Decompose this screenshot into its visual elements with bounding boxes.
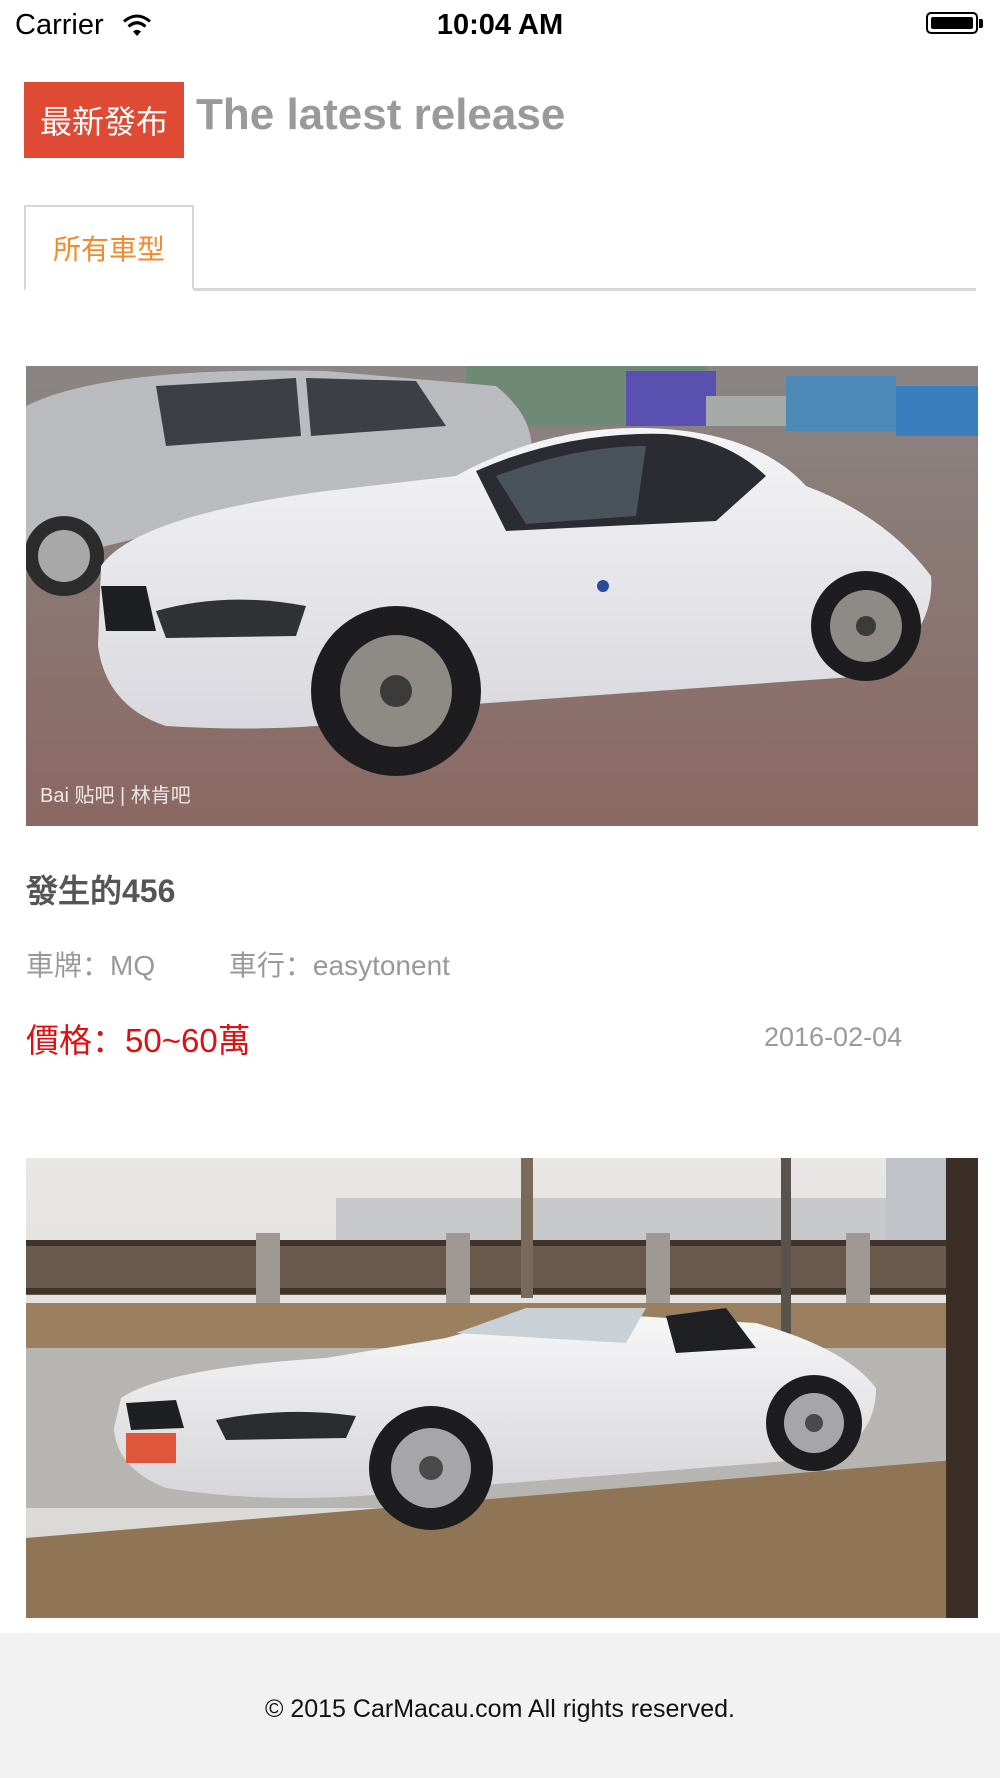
screen: Carrier 10:04 AM 最新發布 The latest release… — [0, 0, 1000, 1778]
price-value: 50~60萬 — [125, 1022, 251, 1059]
page-title: The latest release — [196, 90, 566, 139]
listing-date: 2016-02-04 — [764, 1022, 903, 1052]
clock: 10:04 AM — [436, 9, 564, 41]
copyright-text: © 2015 CarMacau.com All rights reserved. — [264, 1695, 735, 1723]
latest-badge: 最新發布 — [24, 82, 184, 158]
footer: © 2015 CarMacau.com All rights reserved. — [0, 1633, 1000, 1778]
battery-icon — [926, 12, 986, 38]
dealer-label: 車行： — [228, 950, 313, 981]
tab-bar: 所有車型 — [24, 205, 976, 291]
plate-label: 車牌： — [26, 950, 111, 981]
car-photo[interactable] — [26, 1158, 978, 1618]
plate-value: MQ — [110, 950, 156, 981]
listing-card[interactable]: Bai 贴吧 | 林肯吧 發生的456 車牌：MQ 車行：easytonent … — [26, 366, 978, 1086]
status-bar: Carrier 10:04 AM — [0, 0, 1000, 50]
dealer-value: easytonent — [312, 950, 450, 981]
listing-price: 價格：50~60萬 — [26, 1014, 251, 1062]
listing-title[interactable]: 發生的456 — [26, 866, 175, 912]
listing-meta: 車牌：MQ 車行：easytonent — [26, 944, 450, 984]
listing-card[interactable] — [26, 1158, 978, 1618]
price-label: 價格： — [26, 1022, 125, 1059]
svg-text:Bai 贴吧 | 林肯吧: Bai 贴吧 | 林肯吧 — [40, 784, 191, 807]
car-photo[interactable]: Bai 贴吧 | 林肯吧 — [26, 366, 978, 826]
tab-all-models[interactable]: 所有車型 — [24, 205, 194, 291]
